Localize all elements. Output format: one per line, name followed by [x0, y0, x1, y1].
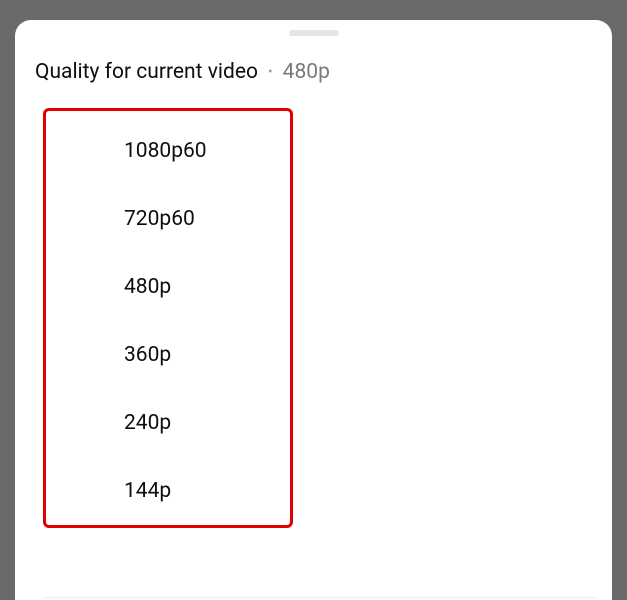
divider	[43, 597, 597, 598]
quality-option-label: 360p	[124, 343, 171, 367]
quality-option-480p[interactable]: 480p	[46, 253, 290, 321]
quality-sheet: Quality for current video • 480p 1080p60…	[15, 20, 612, 600]
quality-option-144p[interactable]: 144p	[46, 457, 290, 525]
quality-option-240p[interactable]: 240p	[46, 389, 290, 457]
current-quality-value: 480p	[283, 60, 330, 84]
drag-handle[interactable]	[289, 30, 339, 36]
quality-option-label: 144p	[124, 479, 171, 503]
header-separator: •	[268, 64, 273, 80]
header-title: Quality for current video	[35, 60, 258, 84]
quality-option-label: 720p60	[124, 207, 195, 231]
quality-option-label: 240p	[124, 411, 171, 435]
quality-option-1080p60[interactable]: 1080p60	[46, 117, 290, 185]
quality-option-label: 480p	[124, 275, 171, 299]
quality-option-360p[interactable]: 360p	[46, 321, 290, 389]
quality-options-highlight: 1080p60 720p60 480p 360p 240p 144p	[43, 108, 293, 528]
sheet-header: Quality for current video • 480p	[15, 54, 612, 108]
quality-option-label: 1080p60	[124, 139, 207, 163]
quality-option-720p60[interactable]: 720p60	[46, 185, 290, 253]
